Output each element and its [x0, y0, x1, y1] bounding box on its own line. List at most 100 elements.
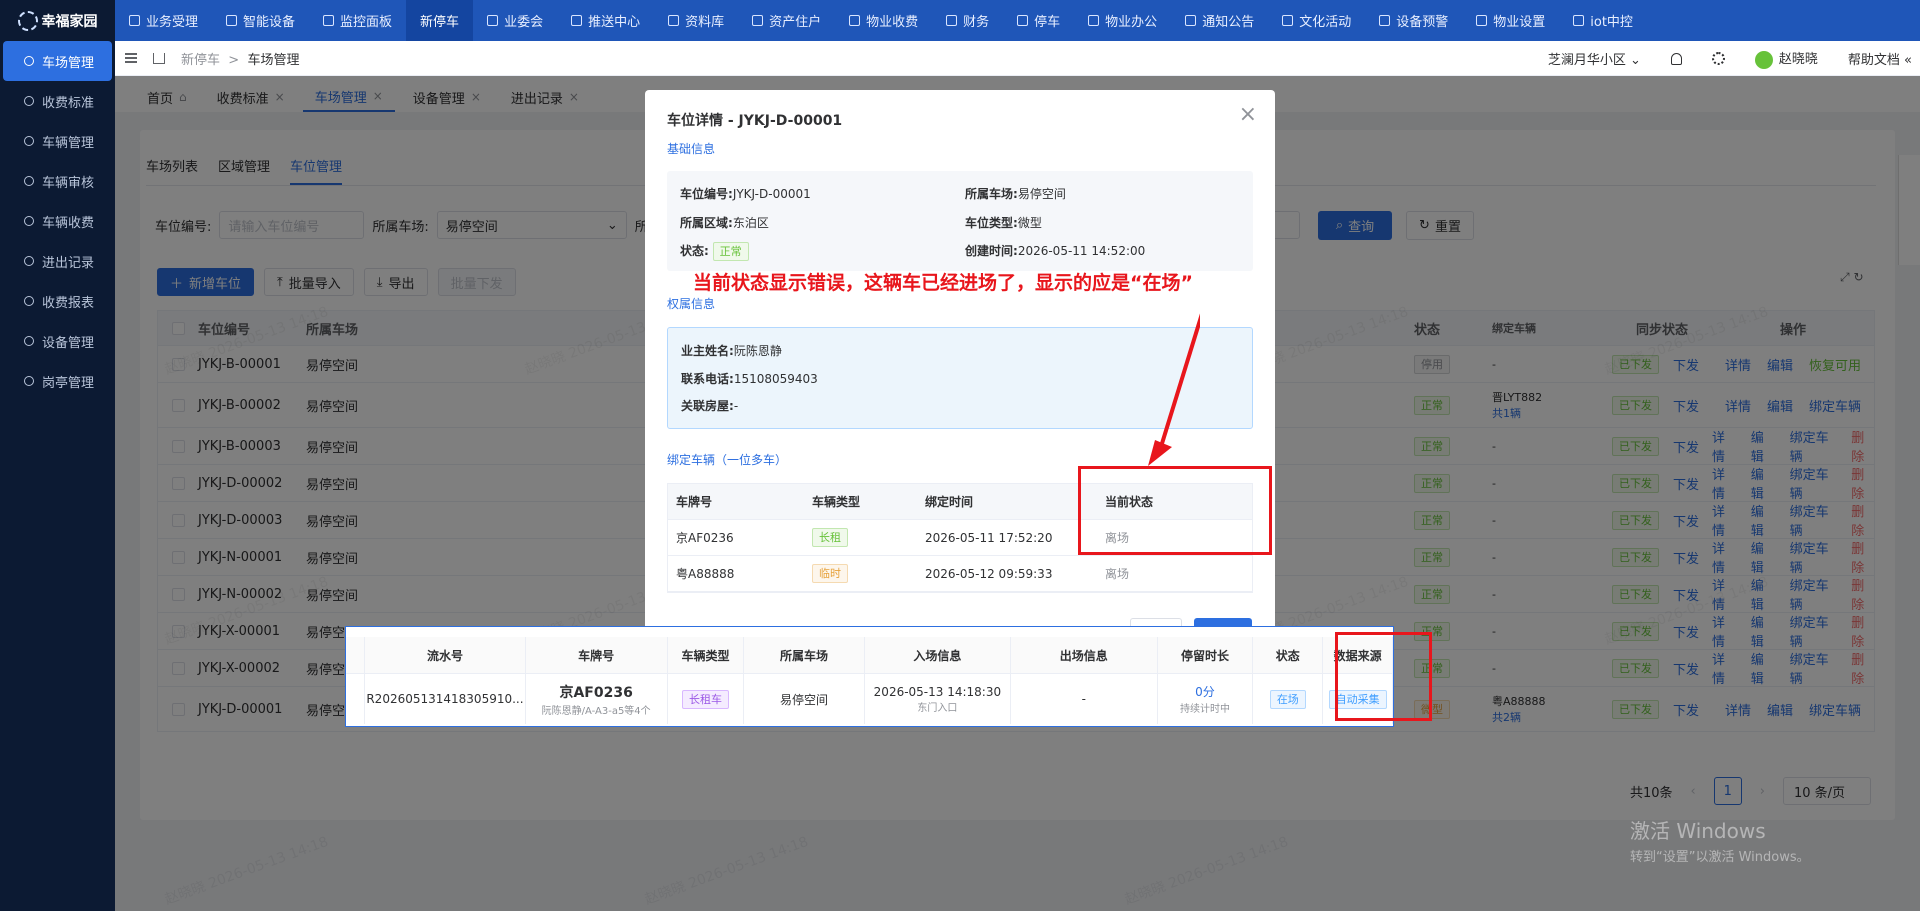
- record-plate: 京AF0236: [559, 684, 633, 701]
- sidebar-item-2[interactable]: 车辆管理: [0, 121, 115, 161]
- annotation-text: 当前状态显示错误，这辆车已经进场了，显示的应是“在场”: [693, 272, 1193, 294]
- topnav-item-5[interactable]: 推送中心: [557, 0, 654, 41]
- sidebar-item-label: 车辆管理: [42, 135, 95, 151]
- bound-plate: 粤A88888: [676, 567, 735, 581]
- record-check-cell: [346, 674, 366, 724]
- area-field: 所属区域:东泊区: [680, 214, 769, 231]
- topnav-item-15[interactable]: 物业设置: [1462, 0, 1559, 41]
- topnav-item-8[interactable]: 物业收费: [835, 0, 932, 41]
- windows-line2: 转到“设置”以激活 Windows。: [1630, 850, 1810, 865]
- bound-type-badge: 长租: [812, 528, 848, 547]
- user-name: 赵晓晓: [1778, 52, 1818, 68]
- annotation-box-current-state: [1078, 466, 1272, 555]
- topnav-item-16[interactable]: iot中控: [1559, 0, 1647, 41]
- owner-name-value: 阮陈恩静: [733, 344, 782, 358]
- topnav-label: 资料库: [685, 15, 725, 30]
- topnav-icon: [1573, 15, 1585, 26]
- record-header-1: 车牌号: [526, 637, 668, 673]
- sidebar-item-0[interactable]: 车场管理: [3, 41, 112, 81]
- sidebar-icon: [24, 96, 34, 106]
- basic-info-title: 基础信息: [667, 142, 716, 156]
- topnav-label: 物业设置: [1493, 15, 1546, 30]
- bound-header-1: 车辆类型: [812, 495, 861, 509]
- status-field: 状态: 正常: [680, 242, 749, 261]
- sidebar-item-5[interactable]: 进出记录: [0, 241, 115, 281]
- topnav-item-12[interactable]: 通知公告: [1171, 0, 1268, 41]
- sidebar-icon: [24, 56, 34, 66]
- topnav-item-3[interactable]: 新停车: [406, 0, 474, 41]
- annotation-arrow-icon: [1148, 313, 1200, 466]
- topnav-item-11[interactable]: 物业办公: [1074, 0, 1171, 41]
- help-doc-link[interactable]: 帮助文档 «: [1848, 49, 1912, 68]
- sidebar-item-8[interactable]: 岗亭管理: [0, 361, 115, 401]
- bound-vehicle-row: 粤A88888 临时 2026-05-12 09:59:33 离场: [668, 556, 1252, 592]
- bound-type-cell: 长租: [804, 528, 917, 547]
- sidebar-item-label: 车辆审核: [42, 175, 95, 191]
- sidebar-item-label: 设备管理: [42, 335, 95, 351]
- topnav-label: 文化活动: [1299, 15, 1352, 30]
- home-icon[interactable]: [153, 52, 165, 64]
- topnav-item-14[interactable]: 设备预警: [1365, 0, 1462, 41]
- topnav-item-9[interactable]: 财务: [932, 0, 1003, 41]
- record-entry-cell: 2026-05-13 14:18:30 东门入口: [865, 674, 1012, 724]
- topnav-label: 推送中心: [588, 15, 641, 30]
- breadcrumb-separator: >: [228, 52, 240, 68]
- sidebar-item-4[interactable]: 车辆收费: [0, 201, 115, 241]
- topnav-label: 业务受理: [146, 15, 199, 30]
- gear-icon[interactable]: [1711, 52, 1725, 65]
- breadcrumb: 新停车 > 车场管理: [181, 49, 299, 68]
- bell-icon[interactable]: [1670, 52, 1682, 65]
- topnav-item-0[interactable]: 业务受理: [115, 0, 212, 41]
- topnav-label: 智能设备: [243, 15, 296, 30]
- record-type-badge: 长租车: [682, 689, 730, 709]
- topnav-icon: [752, 15, 764, 26]
- topnav-item-2[interactable]: 监控面板: [309, 0, 406, 41]
- topnav-item-7[interactable]: 资产住户: [738, 0, 835, 41]
- user-menu[interactable]: 赵晓晓: [1754, 48, 1818, 69]
- topnav-icon: [1017, 15, 1029, 26]
- community-selector[interactable]: 芝澜月华小区 ⌄: [1548, 49, 1641, 68]
- topnav-label: 停车: [1034, 15, 1061, 30]
- record-row: R2026051314183059​10... 京AF0236 阮陈恩静/A-A3…: [346, 674, 1393, 724]
- record-exit: -: [1011, 674, 1158, 724]
- help-doc-label: 帮助文档: [1847, 53, 1900, 68]
- topnav-item-6[interactable]: 资料库: [654, 0, 738, 41]
- topnav-icon: [129, 15, 140, 26]
- created-key: 创建时间:: [965, 244, 1018, 258]
- sidebar-item-6[interactable]: 收费报表: [0, 281, 115, 321]
- topnav-item-1[interactable]: 智能设备: [212, 0, 309, 41]
- record-duration-sub: 持续计时中: [1179, 704, 1230, 715]
- topnav-icon: [1185, 15, 1197, 26]
- bound-plate: 京AF0236: [676, 531, 734, 545]
- record-lot: 易停空间: [744, 674, 865, 724]
- brand[interactable]: 幸福家园: [0, 0, 115, 41]
- topnav-icon: [1379, 15, 1391, 26]
- record-serial: R2026051314183059​10...: [365, 674, 526, 724]
- brand-logo-icon: [17, 10, 38, 31]
- topnav-label: 监控面板: [340, 15, 393, 30]
- record-header-5: 出场信息: [1011, 637, 1158, 673]
- menu-toggle-icon[interactable]: [125, 53, 137, 63]
- topnav-label: 业委会: [504, 15, 544, 30]
- sidebar: 车场管理 收费标准车辆管理车辆审核车辆收费 进出记录 收费报表设备管理岗亭管理: [0, 41, 115, 911]
- record-header-0: 流水号: [365, 637, 526, 673]
- close-icon[interactable]: ×: [1239, 102, 1257, 127]
- windows-activation-watermark: 激活 Windows 转到“设置”以激活 Windows。: [1630, 815, 1810, 865]
- topnav-item-10[interactable]: 停车: [1003, 0, 1074, 41]
- bound-vehicles-title: 绑定车辆（一位多车）: [667, 453, 788, 467]
- bound-state: 离场: [1105, 567, 1130, 581]
- bound-time: 2026-05-11 17:52:20: [925, 530, 1053, 545]
- owner-house-value: -: [733, 399, 739, 413]
- topnav-item-4[interactable]: 业委会: [473, 0, 557, 41]
- sidebar-item-1[interactable]: 收费标准: [0, 81, 115, 121]
- created-field: 创建时间:2026-05-11 14:52:00: [965, 242, 1145, 259]
- topnav-label: 物业办公: [1105, 15, 1158, 30]
- breadcrumb-parent[interactable]: 新停车: [181, 53, 220, 68]
- topnav-label: 财务: [963, 15, 990, 30]
- top-nav-menu: 业务受理 智能设备 监控面板 新停车 业委会 推送中心 资料库 资产住户 物业收费 财务 停车 物业办…: [115, 0, 1647, 41]
- header-right: 芝澜月华小区 ⌄ 赵晓晓 帮助文档 «: [1548, 41, 1920, 76]
- topnav-item-13[interactable]: 文化活动: [1268, 0, 1365, 41]
- code-field: 车位编号:JYKJ-D-00001: [680, 185, 811, 202]
- sidebar-item-7[interactable]: 设备管理: [0, 321, 115, 361]
- sidebar-item-3[interactable]: 车辆审核: [0, 161, 115, 201]
